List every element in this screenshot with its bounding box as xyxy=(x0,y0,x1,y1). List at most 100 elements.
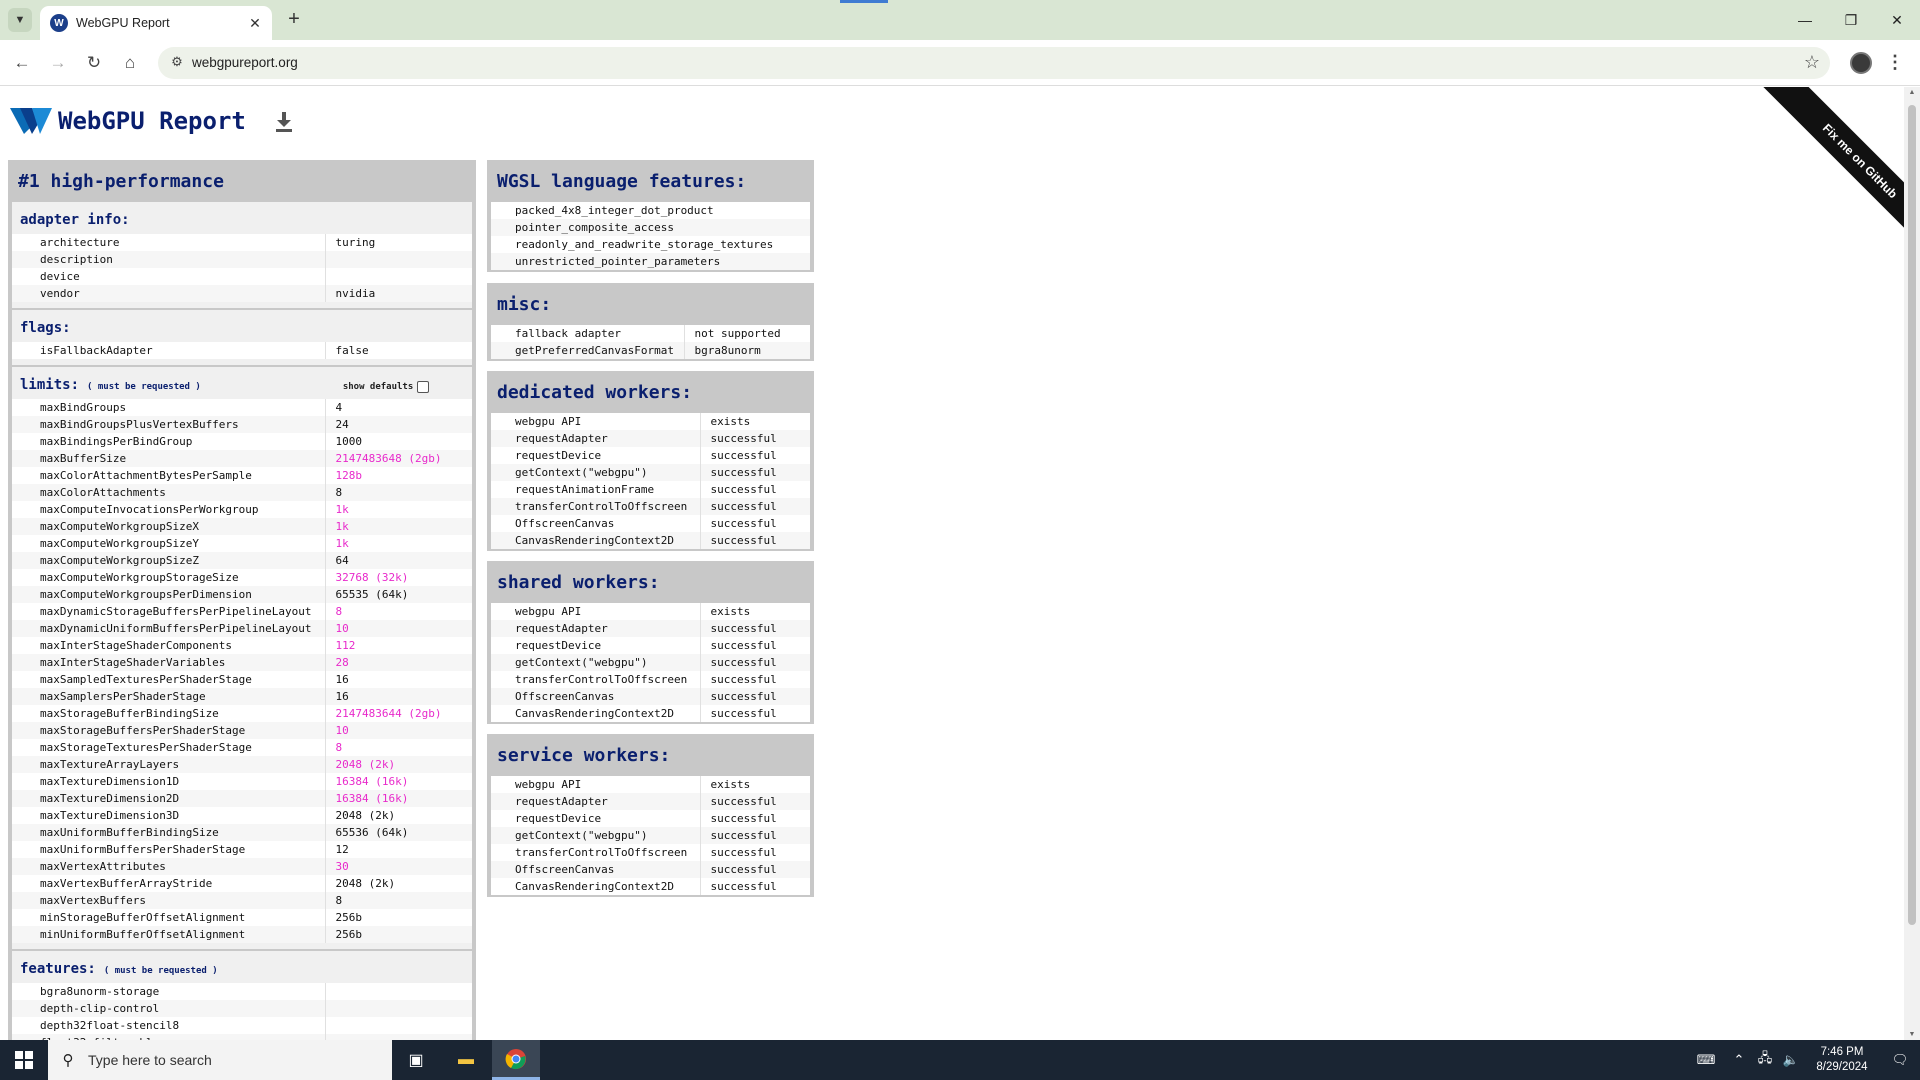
minimize-button[interactable]: — xyxy=(1782,0,1828,40)
windows-start-icon[interactable] xyxy=(0,1040,48,1080)
browser-toolbar: ← → ↻ ⌂ ⚙ webgpureport.org ☆ ⋮ xyxy=(0,40,1920,86)
tab-title: WebGPU Report xyxy=(76,16,170,30)
row-value: successful xyxy=(699,827,810,844)
table-row: depth32float-stencil8 xyxy=(12,1017,472,1034)
row-key: maxComputeWorkgroupSizeY xyxy=(40,537,199,550)
volume-icon[interactable]: 🔈 xyxy=(1778,1052,1804,1068)
row-key: bgra8unorm-storage xyxy=(40,985,160,998)
service-workers-heading: service workers: xyxy=(497,745,671,766)
table-row: description xyxy=(12,251,472,268)
taskbar-search-placeholder: Type here to search xyxy=(88,1052,212,1068)
bookmark-star-icon[interactable]: ☆ xyxy=(1804,52,1820,73)
table-row: requestDevice successful xyxy=(491,810,810,827)
table-row: requestDevice successful xyxy=(491,447,810,464)
row-value: 8 xyxy=(324,484,472,501)
reload-icon[interactable]: ↻ xyxy=(80,49,108,77)
row-value: exists xyxy=(699,603,810,620)
network-icon[interactable]: 🖧 xyxy=(1752,1049,1778,1071)
show-defaults-toggle[interactable]: show defaults xyxy=(342,381,430,393)
limits-section: limits: ( must be requested ) show defau… xyxy=(12,367,472,949)
table-row: maxTextureDimension1D 16384 (16k) xyxy=(12,773,472,790)
row-key: getPreferredCanvasFormat xyxy=(491,342,684,359)
table-row: maxTextureDimension2D 16384 (16k) xyxy=(12,790,472,807)
row-value xyxy=(324,1000,472,1017)
row-key: maxColorAttachments xyxy=(12,484,325,501)
row-value: successful xyxy=(699,532,810,549)
adapter-heading: #1 high-performance xyxy=(18,171,224,192)
features-section: features: ( must be requested ) bgra8uno… xyxy=(12,951,472,1040)
chevron-up-icon[interactable]: ⌃ xyxy=(1726,1052,1752,1068)
scrollbar-thumb[interactable] xyxy=(1908,105,1916,925)
dedicated-workers-table: webgpu API exists requestAdapter successful… xyxy=(491,413,810,549)
row-key: isFallbackAdapter xyxy=(40,344,153,357)
row-key: maxTextureDimension3D xyxy=(40,809,180,822)
row-key: maxDynamicStorageBuffersPerPipelineLayou… xyxy=(40,605,312,618)
table-row: maxComputeWorkgroupsPerDimension 65535 (6… xyxy=(12,586,472,603)
row-key: maxTextureArrayLayers xyxy=(12,756,325,773)
restore-button[interactable]: ❐ xyxy=(1828,0,1874,40)
features-title: features: ( must be requested ) xyxy=(12,951,472,983)
row-key: CanvasRenderingContext2D xyxy=(515,707,674,720)
row-value: bgra8unorm xyxy=(683,342,810,359)
close-window-button[interactable]: ✕ xyxy=(1874,0,1920,40)
table-row: maxBufferSize 2147483648 (2gb) xyxy=(12,450,472,467)
chrome-icon[interactable] xyxy=(492,1040,540,1080)
back-arrow-icon[interactable]: ← xyxy=(8,49,36,77)
row-value: successful xyxy=(699,464,810,481)
table-row: webgpu API exists xyxy=(491,776,810,793)
forward-arrow-icon[interactable]: → xyxy=(44,49,72,77)
row-value: turing xyxy=(324,234,472,251)
site-info-icon[interactable]: ⚙ xyxy=(168,54,186,72)
tab-search-chevron-icon[interactable]: ▼ xyxy=(8,8,32,32)
row-key: CanvasRenderingContext2D xyxy=(515,880,674,893)
download-icon[interactable] xyxy=(274,110,294,132)
row-key: getContext("webgpu") xyxy=(491,827,700,844)
github-ribbon-label[interactable]: Fix me on GitHub xyxy=(1749,87,1904,272)
taskbar-clock[interactable]: 7:46 PM 8/29/2024 xyxy=(1804,1045,1880,1075)
browser-tab-active[interactable]: W WebGPU Report ✕ xyxy=(40,6,272,40)
scroll-up-icon[interactable]: ▲ xyxy=(1908,89,1916,96)
keyboard-icon[interactable]: ⌨ xyxy=(1686,1052,1726,1068)
page-title: WebGPU Report xyxy=(58,107,246,135)
page-scrollbar[interactable]: ▲ ▼ xyxy=(1904,87,1920,1040)
home-icon[interactable]: ⌂ xyxy=(116,49,144,77)
row-key: description xyxy=(12,251,325,268)
show-defaults-label: show defaults xyxy=(342,382,414,392)
row-key: OffscreenCanvas xyxy=(491,688,700,705)
shared-workers-heading: shared workers: xyxy=(497,572,660,593)
row-value: false xyxy=(324,342,472,359)
task-view-icon[interactable]: ▣ xyxy=(392,1040,440,1080)
notification-icon[interactable]: 🗨 xyxy=(1880,1052,1920,1068)
row-value xyxy=(324,251,472,268)
table-row: OffscreenCanvas successful xyxy=(491,861,810,878)
row-value: 24 xyxy=(324,416,472,433)
row-key: maxBufferSize xyxy=(12,450,325,467)
profile-avatar[interactable] xyxy=(1850,52,1872,74)
show-defaults-checkbox[interactable] xyxy=(417,381,430,393)
file-explorer-icon[interactable]: ▬ xyxy=(442,1040,490,1080)
row-value: 1k xyxy=(324,518,472,535)
scroll-down-icon[interactable]: ▼ xyxy=(1908,1031,1916,1038)
row-value: successful xyxy=(699,688,810,705)
browser-menu-icon[interactable]: ⋮ xyxy=(1886,52,1904,74)
features-label: features: xyxy=(20,961,96,977)
row-value: 8 xyxy=(324,892,472,909)
row-value: successful xyxy=(699,447,810,464)
table-row: maxColorAttachments 8 xyxy=(12,484,472,501)
new-tab-button[interactable]: + xyxy=(282,8,306,32)
table-row: maxVertexAttributes 30 xyxy=(12,858,472,875)
table-row: fallback adapter not supported xyxy=(491,325,810,342)
row-value: successful xyxy=(699,515,810,532)
row-key: requestAnimationFrame xyxy=(515,483,655,496)
address-bar[interactable]: ⚙ webgpureport.org ☆ xyxy=(158,47,1830,79)
row-value xyxy=(324,983,472,1000)
github-ribbon[interactable]: Fix me on GitHub xyxy=(1710,87,1904,285)
tab-close-icon[interactable]: ✕ xyxy=(246,15,264,32)
url-text[interactable]: webgpureport.org xyxy=(192,55,298,70)
flags-section: flags: isFallbackAdapter false xyxy=(12,310,472,365)
table-row: maxVertexBuffers 8 xyxy=(12,892,472,909)
row-key: maxSamplersPerShaderStage xyxy=(12,688,325,705)
table-row: bgra8unorm-storage xyxy=(12,983,472,1000)
taskbar-search-box[interactable]: ⚲ Type here to search xyxy=(48,1040,392,1080)
browser-tab-strip: ▼ W WebGPU Report ✕ + — ❐ ✕ xyxy=(0,0,1920,40)
